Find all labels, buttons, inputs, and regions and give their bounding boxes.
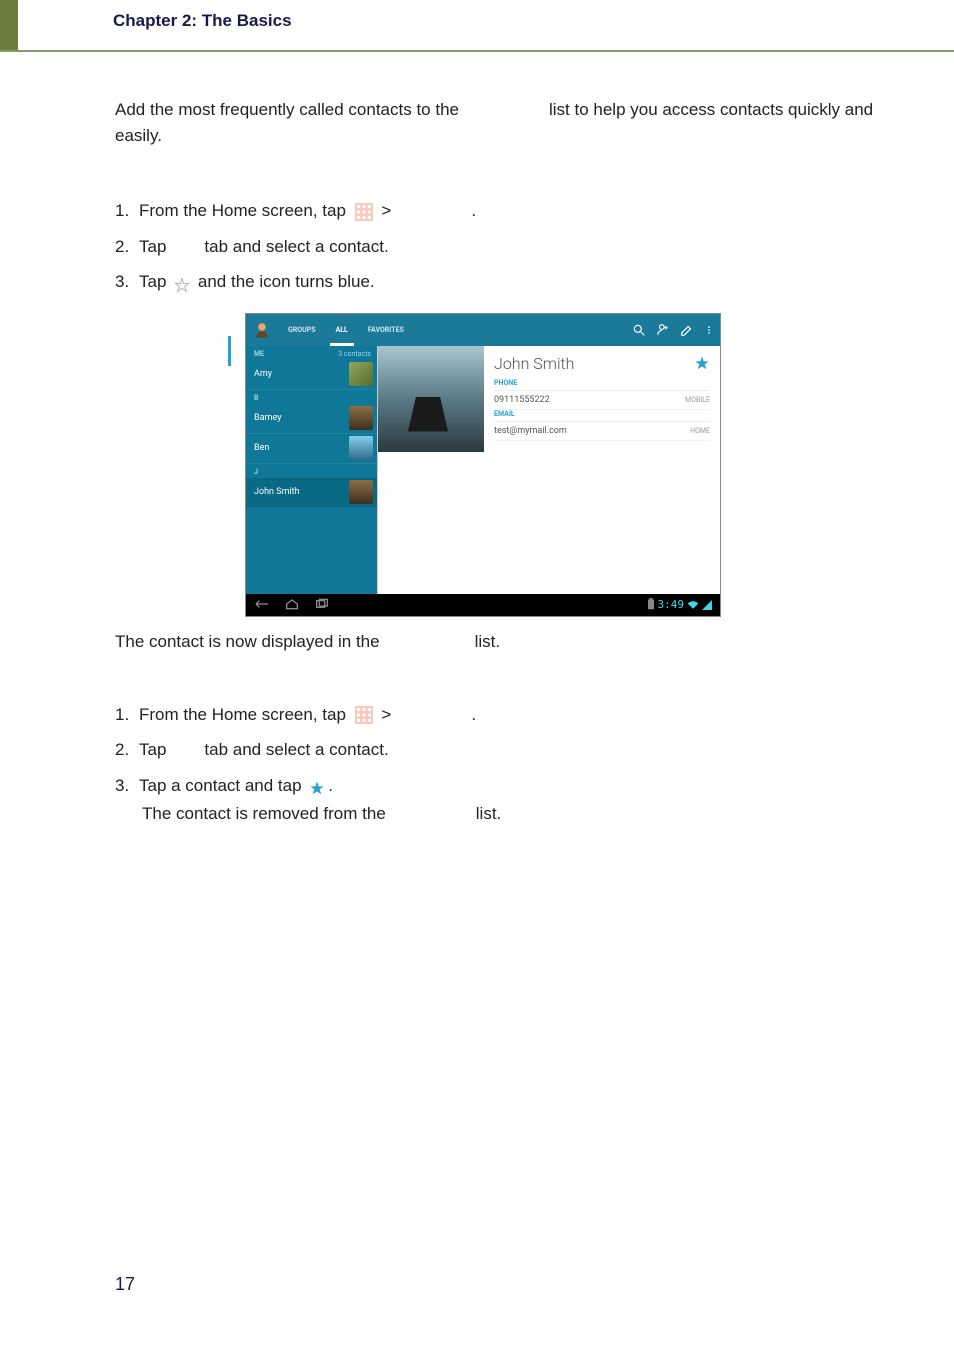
list-item-barney[interactable]: Barney bbox=[246, 404, 377, 434]
favorite-star-icon[interactable] bbox=[694, 355, 710, 371]
r3a: Tap a contact and tap bbox=[139, 776, 302, 795]
header-green-tab bbox=[0, 0, 18, 50]
apps-grid-icon bbox=[355, 706, 373, 724]
intro-part1: Add the most frequently called contacts … bbox=[115, 100, 459, 119]
star-filled-icon bbox=[309, 778, 325, 794]
r1c: . bbox=[471, 705, 476, 724]
r3b: . bbox=[328, 776, 333, 795]
step-remove-2: 2.Taptab and select a contact. bbox=[115, 737, 894, 763]
email-section-label: EMAIL bbox=[494, 410, 710, 422]
steps-remove: 1.From the Home screen, tap >. 2.Taptab … bbox=[115, 702, 894, 799]
s3b: and the icon turns blue. bbox=[198, 272, 375, 291]
app-contacts-icon[interactable] bbox=[246, 314, 278, 346]
step-remove-1: 1.From the Home screen, tap >. bbox=[115, 702, 894, 728]
step-remove-3: 3.Tap a contact and tap . bbox=[115, 773, 894, 799]
status-time: 3:49 bbox=[658, 598, 685, 611]
email-value: test@mymail.com bbox=[494, 426, 567, 436]
contact-photo[interactable] bbox=[378, 346, 484, 452]
thumbnail-icon bbox=[349, 362, 373, 386]
back-icon[interactable] bbox=[254, 595, 270, 614]
me-header-row: ME 3 contacts bbox=[246, 346, 377, 360]
list-header-j: J bbox=[246, 464, 377, 478]
tab-all[interactable]: ALL bbox=[326, 314, 358, 346]
blue-side-indicator bbox=[228, 336, 231, 366]
s1c: . bbox=[471, 201, 476, 220]
r1b: > bbox=[381, 705, 391, 724]
s2a: Tap bbox=[139, 237, 166, 256]
r1a: From the Home screen, tap bbox=[139, 705, 346, 724]
list-item-amy[interactable]: Amy bbox=[246, 360, 377, 390]
thumbnail-icon bbox=[349, 436, 373, 460]
s3a: Tap bbox=[139, 272, 166, 291]
contacts-list-panel: ME 3 contacts Amy B Barney Ben J John Sm… bbox=[246, 346, 378, 594]
thumbnail-icon bbox=[349, 480, 373, 504]
r2a: Tap bbox=[139, 740, 166, 759]
signal-icon bbox=[702, 595, 712, 614]
contact-name: John Smith bbox=[494, 354, 574, 373]
phone-type: MOBILE bbox=[685, 396, 710, 404]
page-number: 17 bbox=[115, 1274, 135, 1295]
contact-detail-panel: John Smith PHONE 09111555222 MOBILE EMAI… bbox=[378, 346, 720, 594]
step-add-3: 3.Tap and the icon turns blue. bbox=[115, 269, 894, 295]
phone-section-label: PHONE bbox=[494, 379, 710, 391]
s1b: > bbox=[381, 201, 391, 220]
phone-value: 09111555222 bbox=[494, 395, 550, 405]
star-outline-icon bbox=[174, 275, 190, 291]
list-header-b: B bbox=[246, 390, 377, 404]
after-add-part1: The contact is now displayed in the bbox=[115, 632, 380, 651]
chapter-title: Chapter 2: The Basics bbox=[113, 11, 292, 39]
after-remove-part1: The contact is removed from the bbox=[142, 804, 386, 823]
contacts-screenshot: GROUPS ALL FAVORITES ME 3 contacts bbox=[245, 313, 721, 617]
overflow-icon[interactable] bbox=[704, 323, 714, 337]
step-add-2: 2.Taptab and select a contact. bbox=[115, 234, 894, 260]
chapter-header: Chapter 2: The Basics bbox=[0, 0, 954, 52]
r2b: tab and select a contact. bbox=[204, 740, 388, 759]
thumbnail-icon bbox=[349, 406, 373, 430]
phone-row[interactable]: 09111555222 MOBILE bbox=[494, 391, 710, 410]
after-add-part2: list. bbox=[475, 632, 501, 651]
contacts-count: 3 contacts bbox=[338, 350, 371, 358]
apps-grid-icon bbox=[355, 203, 373, 221]
me-label: ME bbox=[254, 350, 264, 358]
after-remove-text: The contact is removed from the list. bbox=[142, 804, 894, 824]
nav-bar: 3:49 bbox=[246, 594, 720, 616]
add-contact-icon[interactable] bbox=[656, 323, 670, 337]
list-item-ben[interactable]: Ben bbox=[246, 434, 377, 464]
steps-add: 1.From the Home screen, tap >. 2.Taptab … bbox=[115, 198, 894, 295]
email-type: HOME bbox=[690, 427, 710, 435]
tab-groups[interactable]: GROUPS bbox=[278, 314, 326, 346]
edit-icon[interactable] bbox=[680, 323, 694, 337]
home-icon[interactable] bbox=[284, 595, 300, 614]
s1a: From the Home screen, tap bbox=[139, 201, 346, 220]
email-row[interactable]: test@mymail.com HOME bbox=[494, 422, 710, 441]
after-remove-part2: list. bbox=[476, 804, 502, 823]
battery-icon bbox=[647, 595, 655, 614]
search-icon[interactable] bbox=[632, 323, 646, 337]
step-add-1: 1.From the Home screen, tap >. bbox=[115, 198, 894, 224]
wifi-icon bbox=[687, 595, 699, 614]
after-add-text: The contact is now displayed in the list. bbox=[115, 632, 894, 652]
list-item-john[interactable]: John Smith bbox=[246, 478, 377, 508]
recents-icon[interactable] bbox=[314, 595, 330, 614]
intro-paragraph: Add the most frequently called contacts … bbox=[115, 97, 894, 148]
action-bar: GROUPS ALL FAVORITES bbox=[246, 314, 720, 346]
s2b: tab and select a contact. bbox=[204, 237, 388, 256]
tab-favorites[interactable]: FAVORITES bbox=[358, 314, 414, 346]
